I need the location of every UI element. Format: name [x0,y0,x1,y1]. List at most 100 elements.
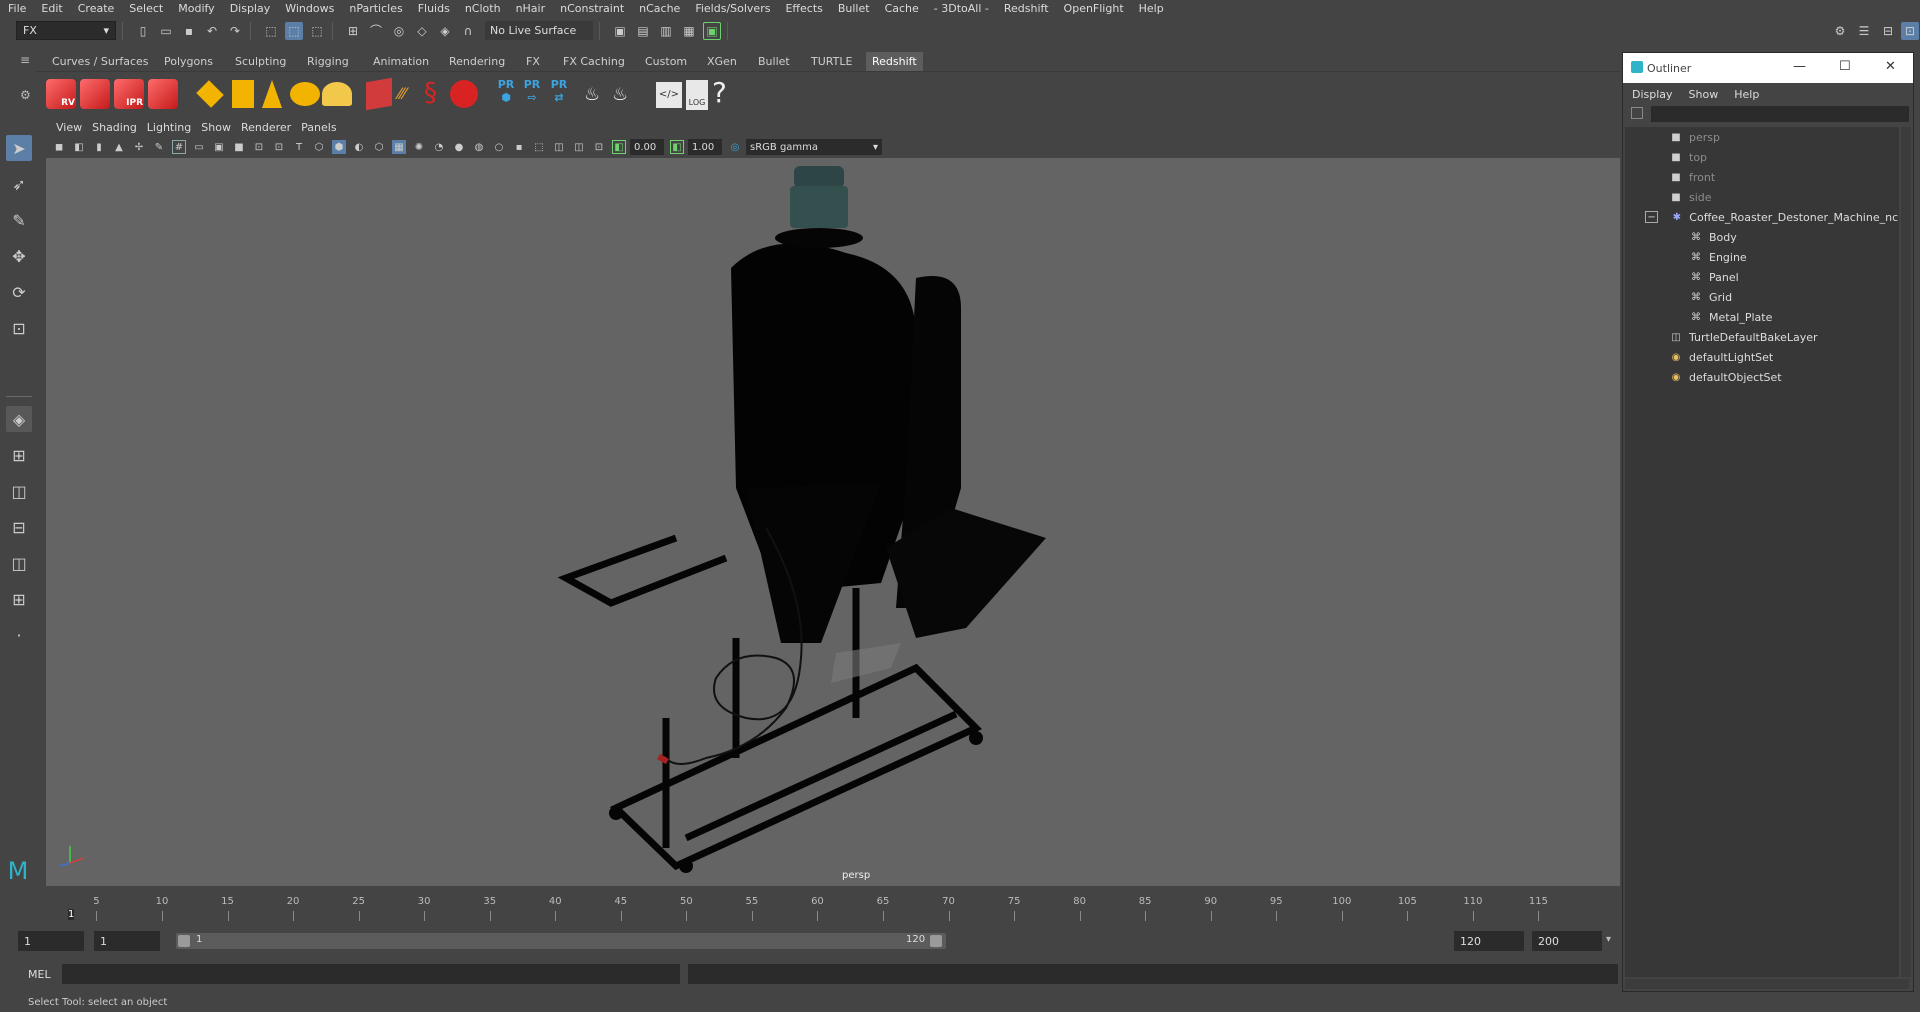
grid-toggle-icon[interactable]: # [172,140,186,154]
tab-fx[interactable]: FX [520,52,546,71]
toggle-panel-icon[interactable]: ☰ [1855,22,1873,40]
viewport-menu-shading[interactable]: Shading [92,121,137,134]
move-tool-icon[interactable]: ✥ [6,243,32,269]
smooth-shade-icon[interactable]: ⬢ [332,140,346,154]
range-start-handle[interactable] [178,935,190,947]
select-hierarchy-icon[interactable]: ⬚ [262,22,280,40]
snap-grid-icon[interactable]: ⊞ [344,22,362,40]
camera-select-icon[interactable]: ◼ [52,140,66,154]
menu-3dtoall[interactable]: - 3DtoAll - [934,2,989,15]
persp-outliner-layout-icon[interactable]: ◫ [6,478,32,504]
field-chart-icon[interactable]: ⊡ [252,140,266,154]
ipr-render-icon[interactable]: ▥ [657,22,675,40]
menu-nhair[interactable]: nHair [516,2,546,15]
gamma-icon[interactable]: ◧ [670,140,684,154]
save-scene-icon[interactable]: ▪ [180,22,198,40]
tab-polygons[interactable]: Polygons [158,52,219,71]
rs-proxy-import-icon[interactable]: PR ⇨ [520,78,544,112]
list-item[interactable]: ■ top [1625,147,1899,167]
playback-end-field[interactable]: 120 [1454,931,1524,951]
xray-joints-icon[interactable]: ◫ [572,140,586,154]
anti-aliasing-icon[interactable]: ○ [492,140,506,154]
list-item[interactable]: ■ side [1625,187,1899,207]
list-item[interactable]: ◉ defaultObjectSet [1625,367,1899,387]
rs-log-icon[interactable]: LOG [686,80,708,110]
select-tool-icon[interactable]: ➤ [6,135,32,161]
persp-hypershade-layout-icon[interactable]: ◫ [6,550,32,576]
tab-turtle[interactable]: TURTLE [805,52,858,71]
single-perspective-layout-icon[interactable]: ◈ [6,406,32,432]
viewport-persp[interactable]: persp [46,158,1620,886]
exposure-field[interactable]: 0.00 [630,139,664,155]
persp-graph-layout-icon[interactable]: ⊟ [6,514,32,540]
live-surface-field[interactable]: No Live Surface [485,21,593,40]
2d-pan-zoom-icon[interactable]: ✢ [132,140,146,154]
gate-mask-icon[interactable]: ■ [232,140,246,154]
list-item[interactable]: − ✱ Coffee_Roaster_Destoner_Machine_ncl1… [1625,207,1899,227]
wireframe-icon[interactable]: ⬡ [312,140,326,154]
menu-file[interactable]: File [8,2,26,15]
menu-nparticles[interactable]: nParticles [349,2,402,15]
viewport-menu-show[interactable]: Show [201,121,231,134]
view-transform-dropdown[interactable]: sRGB gamma ▾ [746,139,882,155]
list-item[interactable]: ⌘ Body [1625,227,1899,247]
shadows-icon[interactable]: ◔ [432,140,446,154]
viewport-menu-renderer[interactable]: Renderer [241,121,291,134]
shelf-settings-icon[interactable]: ⚙ [20,88,31,102]
toolbox-more-icon[interactable]: · [6,622,32,648]
snap-curve-icon[interactable]: ⌒ [367,22,385,40]
menu-ncache[interactable]: nCache [639,2,680,15]
time-slider[interactable]: 1 5 10 15 20 25 30 35 40 45 50 55 60 65 70 75 80 85 90 95 1… [0,888,1620,924]
menu-nconstraint[interactable]: nConstraint [560,2,624,15]
tab-fx-caching[interactable]: FX Caching [557,52,631,71]
rs-proxy-export-icon[interactable]: PR ⬢ [494,78,518,112]
menu-windows[interactable]: Windows [285,2,334,15]
snap-view-plane-icon[interactable]: ◇ [413,22,431,40]
rs-spot-light-icon[interactable] [262,80,282,108]
tab-bullet[interactable]: Bullet [752,52,796,71]
rs-light-icon[interactable] [196,80,224,108]
animation-end-field[interactable]: 200 [1532,931,1602,951]
collapse-icon[interactable]: − [1645,211,1659,223]
xray-components-icon[interactable]: ⊡ [592,140,606,154]
menu-select[interactable]: Select [129,2,163,15]
color-management-icon[interactable]: ◎ [728,140,742,154]
range-end-handle[interactable] [930,935,942,947]
redo-icon[interactable]: ↷ [226,22,244,40]
depth-of-field-icon[interactable]: ▪ [512,140,526,154]
tab-curves-surfaces[interactable]: Curves / Surfaces [46,52,155,71]
snap-surface-icon[interactable]: ◈ [436,22,454,40]
menu-edit[interactable]: Edit [41,2,62,15]
snap-magnet-icon[interactable]: ∩ [459,22,477,40]
tab-sculpting[interactable]: Sculpting [229,52,292,71]
rs-material-icon[interactable]: ♨ [584,84,610,106]
gamma-field[interactable]: 1.00 [688,139,722,155]
render-settings-icon[interactable]: ▦ [680,22,698,40]
list-item[interactable]: ■ front [1625,167,1899,187]
script-language-toggle[interactable]: MEL [28,968,51,981]
coffee-roaster-model[interactable] [46,158,1620,886]
rs-curve-icon[interactable]: § [424,78,448,110]
close-icon[interactable]: ✕ [1885,59,1896,74]
use-all-lights-icon[interactable]: ✺ [412,140,426,154]
select-object-icon[interactable]: ⬚ [285,21,303,40]
playback-range-bar[interactable]: 1 120 [176,933,946,949]
outliner-menu-help[interactable]: Help [1734,88,1759,101]
menu-redshift[interactable]: Redshift [1004,2,1049,15]
tab-xgen[interactable]: XGen [701,52,743,71]
menu-bullet[interactable]: Bullet [838,2,870,15]
film-gate-icon[interactable]: ▭ [192,140,206,154]
rotate-tool-icon[interactable]: ⟳ [6,279,32,305]
menu-create[interactable]: Create [78,2,115,15]
list-item[interactable]: ⌘ Metal_Plate [1625,307,1899,327]
viewport-menu-view[interactable]: View [56,121,82,134]
redshift-options-icon[interactable] [148,79,178,109]
command-input[interactable] [62,964,680,984]
isolate-select-icon[interactable]: ⬚ [532,140,546,154]
open-scene-icon[interactable]: ▭ [157,22,175,40]
outliner-menu-display[interactable]: Display [1632,88,1673,101]
rs-hair-icon[interactable]: ⁄⁄⁄ [398,84,426,104]
rs-shader-icon[interactable]: ♨ [612,84,638,106]
list-item[interactable]: ◫ TurtleDefaultBakeLayer [1625,327,1899,347]
textured-icon[interactable]: ▦ [392,140,406,154]
